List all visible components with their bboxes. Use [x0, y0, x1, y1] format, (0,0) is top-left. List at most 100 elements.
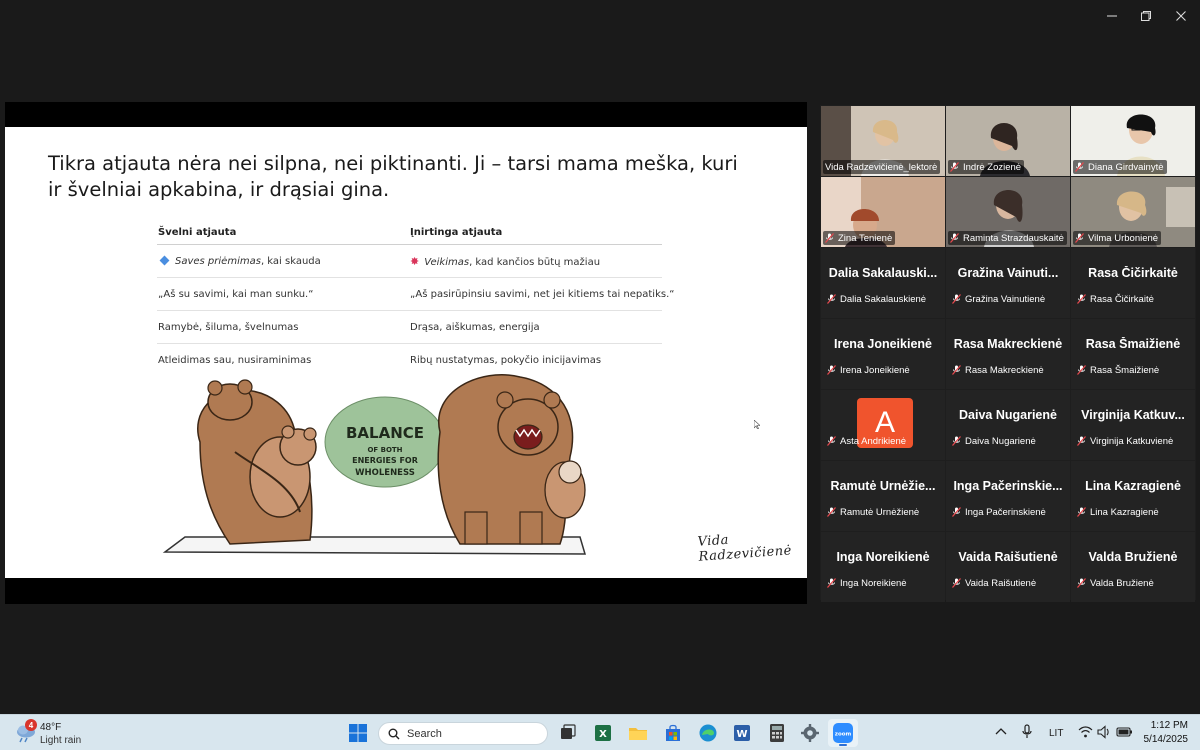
participant-name-label: Gražina Vainutienė: [950, 292, 1048, 306]
muted-mic-icon: [1077, 294, 1086, 304]
participant-name: Dalia Sakalauskienė: [840, 293, 927, 305]
participant-name: Rasa Makreckienė: [965, 364, 1044, 376]
restore-icon[interactable]: [1134, 6, 1158, 26]
table-header-right: Įnirtinga atjauta: [410, 227, 503, 238]
word-icon[interactable]: W: [731, 722, 753, 744]
windows-start-icon[interactable]: [347, 722, 369, 744]
balance-title: BALANCE: [346, 424, 424, 442]
muted-mic-icon: [827, 365, 836, 375]
wifi-icon[interactable]: [1078, 725, 1093, 739]
participant-name-label: Inga Noreikienė: [825, 576, 910, 590]
participant-name: Inga Noreikienė: [840, 577, 907, 589]
video-tile[interactable]: Raminta Strazdauskaitė: [946, 177, 1070, 247]
participant-tile[interactable]: Dalia Sakalauski... Dalia Sakalauskienė: [821, 248, 945, 318]
video-tile[interactable]: Vida Radzevičienė_lektorė: [821, 106, 945, 176]
weather-widget[interactable]: 4 48°F Light rain: [12, 719, 122, 747]
speaker-icon[interactable]: [1097, 725, 1112, 739]
participant-name-label: Irena Joneikienė: [825, 363, 913, 377]
settings-icon[interactable]: [799, 722, 821, 744]
edge-icon[interactable]: [697, 722, 719, 744]
participant-tile[interactable]: Inga Pačerinskie... Inga Pačerinskienė: [946, 461, 1070, 531]
video-tile[interactable]: Zina Tenienė: [821, 177, 945, 247]
taskbar-search-box[interactable]: Search: [378, 722, 548, 745]
participant-name: Vilma Urbonienė: [1088, 232, 1159, 244]
battery-icon[interactable]: [1116, 725, 1133, 739]
table-row: Saves priėmimas, kai skauda ✸ Veikimas, k…: [157, 245, 662, 278]
participant-name: Ramutė Urnėžienė: [840, 506, 920, 518]
participant-tile[interactable]: Rasa Šmaižienė Rasa Šmaižienė: [1071, 319, 1195, 389]
participant-tile[interactable]: Rasa Čičirkaitė Rasa Čičirkaitė: [1071, 248, 1195, 318]
blue-diamond-icon: [159, 255, 170, 265]
author-signature: Vida Radzevičienė: [697, 532, 793, 565]
participant-display-name: Lina Kazragienė: [1085, 479, 1181, 493]
participant-display-name: Dalia Sakalauski...: [828, 266, 938, 280]
participant-display-name: Vaida Raišutienė: [958, 550, 1058, 564]
shared-screen: Tikra atjauta nėra nei silpna, nei pikti…: [5, 102, 807, 604]
participant-name: Indrė Zozienė: [963, 161, 1022, 173]
participant-tile[interactable]: Rasa Makreckienė Rasa Makreckienė: [946, 319, 1070, 389]
participant-name: Zina Tenienė: [838, 232, 893, 244]
participant-name-label: Ramutė Urnėžienė: [825, 505, 922, 519]
microphone-icon[interactable]: [1020, 724, 1034, 740]
participant-name-label: Daiva Nugarienė: [950, 434, 1039, 448]
balance-line: OF BOTH: [367, 446, 402, 454]
participant-name-label: Rasa Šmaižienė: [1075, 363, 1162, 377]
table-cell: Drąsa, aiškumas, energija: [410, 321, 540, 333]
svg-text:W: W: [736, 729, 747, 740]
clock-time[interactable]: 1:12 PM: [1138, 720, 1188, 731]
table-row: Ramybė, šiluma, švelnumas Drąsa, aiškuma…: [157, 311, 662, 344]
muted-mic-icon: [827, 436, 836, 446]
zoom-app-button[interactable]: zoom: [828, 719, 858, 747]
table-cell: Ribų nustatymas, pokyčio inicijavimas: [410, 355, 602, 366]
input-language-indicator[interactable]: LIT: [1049, 728, 1063, 739]
participant-name-label: Diana Girdvainytė: [1073, 160, 1167, 174]
participant-name: Rasa Šmaižienė: [1090, 364, 1160, 376]
muted-mic-icon: [1077, 365, 1086, 375]
muted-mic-icon: [825, 233, 834, 243]
balance-line: WHOLENESS: [355, 468, 415, 478]
video-tile[interactable]: Diana Girdvainytė: [1071, 106, 1195, 176]
participant-name: Diana Girdvainytė: [1088, 161, 1164, 173]
participant-name-label: Asta Andrikienė: [825, 434, 909, 448]
muted-mic-icon: [952, 507, 961, 517]
task-view-icon[interactable]: [557, 722, 579, 744]
zoom-icon: zoom: [833, 723, 853, 743]
excel-icon[interactable]: X: [592, 722, 614, 744]
participants-gallery: Vida Radzevičienė_lektorė Indrė Zozienė: [820, 105, 1196, 602]
minimize-icon[interactable]: [1100, 6, 1124, 26]
participant-tile[interactable]: Lina Kazragienė Lina Kazragienė: [1071, 461, 1195, 531]
participant-name-label: Rasa Makreckienė: [950, 363, 1047, 377]
video-tile[interactable]: Vilma Urbonienė: [1071, 177, 1195, 247]
muted-mic-icon: [827, 507, 836, 517]
zoom-meeting-window: Tikra atjauta nėra nei silpna, nei pikti…: [0, 0, 1200, 750]
participant-tile[interactable]: A Asta Andrikienė: [821, 390, 945, 460]
table-cell-text: , kad kančios būtų mažiau: [469, 256, 601, 268]
participant-tile[interactable]: Virginija Katkuv... Virginija Katkuvienė: [1071, 390, 1195, 460]
svg-text:zoom: zoom: [835, 732, 852, 738]
participant-tile[interactable]: Gražina Vainuti... Gražina Vainutienė: [946, 248, 1070, 318]
participant-display-name: Inga Pačerinskie...: [953, 479, 1063, 493]
participant-tile[interactable]: Irena Joneikienė Irena Joneikienė: [821, 319, 945, 389]
file-explorer-icon[interactable]: [627, 722, 649, 744]
balance-line: ENERGIES FOR: [352, 456, 418, 465]
close-icon[interactable]: [1169, 6, 1193, 26]
muted-mic-icon: [827, 578, 836, 588]
chevron-up-icon[interactable]: [994, 725, 1008, 739]
table-cell-emphasis: Saves priėmimas: [175, 255, 261, 267]
participant-name-label: Raminta Strazdauskaitė: [948, 231, 1067, 245]
muted-mic-icon: [1075, 233, 1084, 243]
notification-badge: 4: [25, 719, 37, 731]
microsoft-store-icon[interactable]: [662, 722, 684, 744]
participant-tile[interactable]: Ramutė Urnėžie... Ramutė Urnėžienė: [821, 461, 945, 531]
participant-display-name: Rasa Šmaižienė: [1085, 337, 1181, 351]
video-tile[interactable]: Indrė Zozienė: [946, 106, 1070, 176]
participant-tile[interactable]: Daiva Nugarienė Daiva Nugarienė: [946, 390, 1070, 460]
presentation-slide: Tikra atjauta nėra nei silpna, nei pikti…: [5, 127, 807, 578]
calculator-icon[interactable]: [766, 722, 788, 744]
clock-date[interactable]: 5/14/2025: [1138, 734, 1189, 745]
mouse-cursor-icon: [754, 420, 760, 429]
participant-tile[interactable]: Valda Bružienė Valda Bružienė: [1071, 532, 1195, 602]
participant-tile[interactable]: Inga Noreikienė Inga Noreikienė: [821, 532, 945, 602]
muted-mic-icon: [952, 365, 961, 375]
participant-tile[interactable]: Vaida Raišutienė Vaida Raišutienė: [946, 532, 1070, 602]
